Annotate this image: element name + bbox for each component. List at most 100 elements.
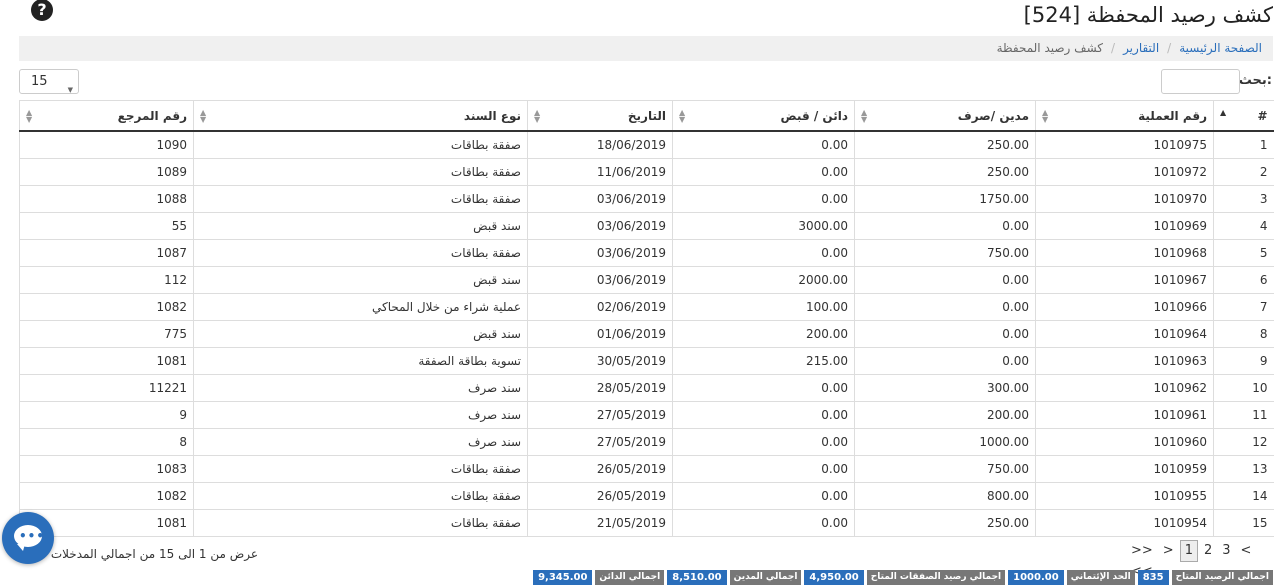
table-row: 13 1010959 750.00 0.00 26/05/2019 صفقة بطاقات… [19, 455, 1274, 483]
breadcrumb-home-link[interactable]: الصفحة الرئيسية [1179, 41, 1262, 55]
table-cell: سند صرف [193, 428, 528, 456]
table-cell: تسوية بطاقة الصفقة [193, 347, 528, 375]
table-cell: 1087 [19, 239, 194, 267]
table-cell: 15 [1213, 509, 1274, 537]
table-cell: 300.00 [854, 374, 1036, 402]
table-cell: 0.00 [854, 320, 1036, 348]
table-cell: 1010968 [1035, 239, 1214, 267]
chat-dots-icon: ••• [19, 529, 46, 543]
table-cell: 28/05/2019 [527, 374, 673, 402]
table-row: 11 1010961 200.00 0.00 27/05/2019 سند صرف 9 [19, 401, 1274, 429]
table-cell: 0.00 [672, 158, 855, 186]
table-cell: 14 [1213, 482, 1274, 510]
column-header[interactable]: دائن / قبض ▲ ▼ [672, 100, 855, 132]
table-cell: 2 [1213, 158, 1274, 186]
table-cell: 26/05/2019 [527, 455, 673, 483]
table-row: 2 1010972 250.00 0.00 11/06/2019 صفقة بطاقات 1… [19, 158, 1274, 186]
total-label: اجمالي الدائن [595, 570, 665, 585]
table-body: 1 1010975 250.00 0.00 18/06/2019 صفقة بطاقات 1… [19, 131, 1274, 537]
table-cell: 1010954 [1035, 509, 1214, 537]
column-header[interactable]: نوع السند ▲ ▼ [193, 100, 528, 132]
table-row: 5 1010968 750.00 0.00 03/06/2019 صفقة بطاقات 1… [19, 239, 1274, 267]
table-cell: 1083 [19, 455, 194, 483]
pagination-item[interactable]: 1 [1179, 540, 1198, 562]
table-cell: 30/05/2019 [527, 347, 673, 375]
breadcrumb-reports-link[interactable]: التقارير [1123, 41, 1159, 55]
column-header[interactable]: التاريخ ▲ ▼ [527, 100, 673, 132]
table-cell: 1010960 [1035, 428, 1214, 456]
table-cell: 03/06/2019 [527, 266, 673, 294]
table-row: 9 1010963 0.00 215.00 30/05/2019 تسوية بطاقة … [19, 347, 1274, 375]
table-cell: صفقة بطاقات [193, 131, 528, 159]
table-row: 8 1010964 0.00 200.00 01/06/2019 سند قبض 775 [19, 320, 1274, 348]
table-cell: 1750.00 [854, 185, 1036, 213]
help-icon[interactable]: ? [31, 0, 53, 21]
table-cell: 1010972 [1035, 158, 1214, 186]
table-cell: 200.00 [672, 320, 855, 348]
table-cell: 11 [1213, 401, 1274, 429]
table-row: 15 1010954 250.00 0.00 21/05/2019 صفقة بطاقات… [19, 509, 1274, 537]
column-header-label: نوع السند [463, 108, 521, 123]
pagination-item[interactable]: > [1159, 541, 1178, 561]
sort-arrows-icon: ▲ ▼ [200, 108, 207, 124]
table-cell: 1082 [19, 482, 194, 510]
table-cell: 0.00 [854, 266, 1036, 294]
table-cell: 775 [19, 320, 194, 348]
column-header-label: دائن / قبض [780, 108, 848, 123]
pagination-item[interactable]: 3 [1218, 541, 1234, 561]
pagination-item[interactable]: >> [1127, 541, 1157, 561]
table-cell: 1088 [19, 185, 194, 213]
table-cell: 0.00 [672, 401, 855, 429]
total-label: الحد الإئتماني [1066, 570, 1135, 585]
table-cell: عملية شراء من خلال المحاكي [193, 293, 528, 321]
table-cell: 1010969 [1035, 212, 1214, 240]
chat-button[interactable]: ••• [2, 512, 54, 564]
table-cell: 0.00 [672, 239, 855, 267]
table-cell: 0.00 [854, 347, 1036, 375]
table-cell: 200.00 [854, 401, 1036, 429]
pagination: >>>123<<< [1127, 540, 1279, 579]
column-header[interactable]: رقم المرجع ▲ ▼ [19, 100, 194, 132]
table-cell: 1010967 [1035, 266, 1214, 294]
table-cell: 8 [19, 428, 194, 456]
table-row: 14 1010955 800.00 0.00 26/05/2019 صفقة بطاقات… [19, 482, 1274, 510]
table-cell: صفقة بطاقات [193, 482, 528, 510]
table-cell: سند قبض [193, 212, 528, 240]
pagination-item[interactable]: 2 [1200, 541, 1216, 561]
table-cell: 0.00 [672, 509, 855, 537]
table-cell: 9 [19, 401, 194, 429]
table-cell: 2000.00 [672, 266, 855, 294]
totals-footer: اجمالي الرصيد المتاح 835 الحد الإئتماني 100… [533, 570, 1273, 585]
column-header[interactable]: مدين /صرف ▲ ▼ [854, 100, 1036, 132]
table-cell: 01/06/2019 [527, 320, 673, 348]
table-row: 4 1010969 0.00 3000.00 03/06/2019 سند قبض 55 [19, 212, 1274, 240]
table-row: 12 1010960 1000.00 0.00 27/05/2019 سند صرف 8 [19, 428, 1274, 456]
table-cell: 9 [1213, 347, 1274, 375]
table-cell: 5 [1213, 239, 1274, 267]
total-label: اجمالي المدين [729, 570, 802, 585]
sort-arrows-icon: ▲ ▼ [1042, 108, 1049, 124]
table-cell: 1010961 [1035, 401, 1214, 429]
table-cell: 03/06/2019 [527, 185, 673, 213]
breadcrumb-separator: / [1167, 41, 1172, 55]
table-cell: سند صرف [193, 374, 528, 402]
wallet-balance-table: # ▲ رقم العملية ▲ ▼ مدين /صرف ▲ ▼ دائن / قبض ▲ ▼ ال… [19, 100, 1274, 537]
table-cell: 4 [1213, 212, 1274, 240]
table-cell: 250.00 [854, 131, 1036, 159]
column-header[interactable]: # ▲ [1213, 100, 1274, 132]
table-row: 7 1010966 0.00 100.00 02/06/2019 عملية شراء م… [19, 293, 1274, 321]
table-cell: 11/06/2019 [527, 158, 673, 186]
table-cell: 3 [1213, 185, 1274, 213]
table-cell: صفقة بطاقات [193, 455, 528, 483]
total-value: 8,510.00 [667, 570, 727, 585]
page-size-select[interactable]: 15 ▼ [19, 69, 79, 94]
table-cell: 8 [1213, 320, 1274, 348]
page-size-value: 15 [31, 74, 48, 89]
column-header-label: التاريخ [627, 108, 666, 123]
search-input[interactable] [1161, 69, 1240, 94]
pagination-item[interactable]: < [1237, 541, 1256, 561]
total-value: 4,950.00 [804, 570, 864, 585]
column-header[interactable]: رقم العملية ▲ ▼ [1035, 100, 1214, 132]
table-cell: 27/05/2019 [527, 428, 673, 456]
total-value: 1000.00 [1008, 570, 1064, 585]
